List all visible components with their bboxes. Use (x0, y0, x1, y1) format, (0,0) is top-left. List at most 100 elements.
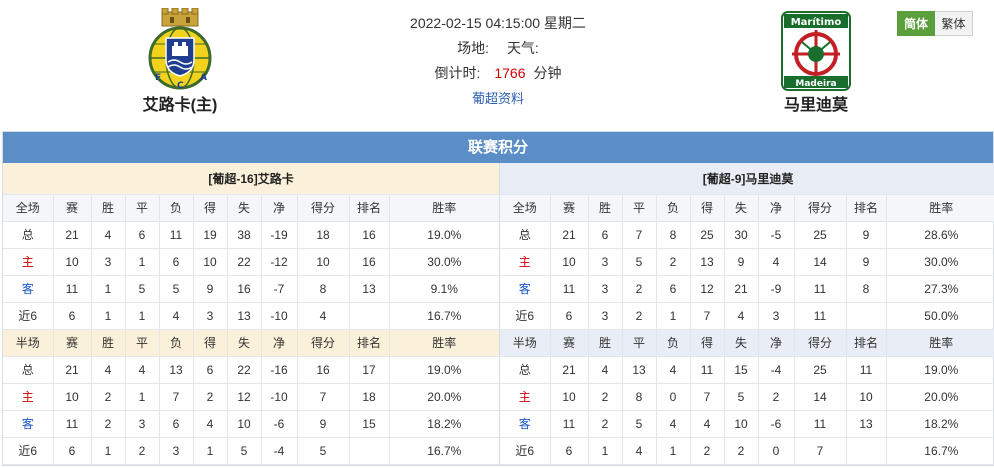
away-team-name[interactable]: 马里迪莫 (726, 96, 906, 116)
table-cell: 16 (297, 356, 350, 384)
column-header: 排名 (349, 329, 390, 357)
table-cell: 4 (91, 221, 126, 249)
table-cell: 11 (690, 356, 725, 384)
table-cell: 11 (550, 275, 589, 303)
column-header: 平 (622, 194, 657, 222)
table-cell: 3 (159, 437, 194, 465)
column-header: 排名 (846, 329, 887, 357)
row-label: 总 (3, 356, 54, 384)
table-cell: -6 (758, 410, 795, 438)
row-label: 客 (500, 410, 551, 438)
table-cell: 10 (550, 383, 589, 411)
table-cell: 14 (794, 248, 847, 276)
table-cell: 3 (588, 248, 623, 276)
home-team[interactable]: F A C 艾路卡(主) (90, 7, 270, 116)
row-label: 客 (500, 275, 551, 303)
column-header: 半场 (3, 329, 54, 357)
maritimo-crest-text-bottom: Madeira (795, 79, 836, 89)
countdown-label: 倒计时: (434, 65, 481, 81)
svg-text:C: C (177, 81, 184, 91)
table-cell: 1 (91, 437, 126, 465)
table-cell: 3 (758, 302, 795, 330)
table-cell: 8 (297, 275, 350, 303)
column-header: 胜率 (389, 329, 500, 357)
table-cell: 50.0% (886, 302, 994, 330)
simplified-chinese-button[interactable]: 简体 (897, 11, 935, 36)
column-header: 全场 (500, 194, 551, 222)
table-cell: -4 (758, 356, 795, 384)
table-cell: 2 (91, 383, 126, 411)
table-cell: 25 (690, 221, 725, 249)
column-header: 负 (656, 194, 691, 222)
table-cell: -16 (261, 356, 298, 384)
row-label: 近6 (3, 437, 54, 465)
column-header: 全场 (3, 194, 54, 222)
table-cell: 11 (550, 410, 589, 438)
table-cell: 10 (193, 248, 228, 276)
table-cell: 3 (193, 302, 228, 330)
row-label: 客 (3, 275, 54, 303)
table-cell: 2 (125, 437, 160, 465)
column-header: 净 (758, 329, 795, 357)
row-label: 主 (500, 248, 551, 276)
arouca-crest-icon[interactable]: F A C (140, 7, 220, 92)
table-cell: 1 (193, 437, 228, 465)
table-cell: -10 (261, 302, 298, 330)
table-cell: 14 (794, 383, 847, 411)
table-cell: 15 (349, 410, 390, 438)
table-cell: 6 (656, 275, 691, 303)
table-cell: 4 (159, 302, 194, 330)
table-cell: 9 (193, 275, 228, 303)
team-standing-title[interactable]: [葡超-9]马里迪莫 (500, 163, 994, 195)
table-cell: 21 (724, 275, 759, 303)
table-cell: 3 (125, 410, 160, 438)
table-cell: 18 (297, 221, 350, 249)
table-cell: 4 (622, 437, 657, 465)
table-row: 近6 6 1 2 3 1 5 -4 5 16.7% (3, 437, 500, 465)
table-cell: 7 (159, 383, 194, 411)
table-cell: 10 (53, 248, 92, 276)
table-cell: 5 (227, 437, 262, 465)
home-team-name[interactable]: 艾路卡(主) (90, 96, 270, 116)
league-info-link[interactable]: 葡超资料 (472, 91, 524, 106)
full-header-row: 全场赛胜平负得失净得分 排名 胜率 (3, 194, 500, 222)
table-cell: 4 (656, 410, 691, 438)
table-cell: 13 (690, 248, 725, 276)
table-cell: 2 (622, 275, 657, 303)
row-label: 总 (3, 221, 54, 249)
table-cell: 5 (622, 410, 657, 438)
table-row: 客 11 2 3 6 4 10 -6 9 15 18.2% (3, 410, 500, 438)
column-header: 得 (193, 194, 228, 222)
table-cell: 6 (550, 437, 589, 465)
table-cell: 11 (53, 410, 92, 438)
countdown-unit: 分钟 (533, 65, 562, 81)
table-cell: 7 (297, 383, 350, 411)
team-standing-title[interactable]: [葡超-16]艾路卡 (3, 163, 500, 195)
table-cell: 7 (690, 383, 725, 411)
table-cell: -19 (261, 221, 298, 249)
table-row: 主 10 2 1 7 2 12 -10 7 18 20.0% (3, 383, 500, 411)
maritimo-crest-icon[interactable]: Marítimo Madeira (776, 8, 856, 92)
half-header-row: 半场赛胜平负得失净得分 排名 胜率 (500, 329, 994, 357)
table-cell: 2 (758, 383, 795, 411)
table-cell: 8 (622, 383, 657, 411)
table-cell: 21 (53, 356, 92, 384)
table-cell: -6 (261, 410, 298, 438)
table-cell: 6 (53, 302, 92, 330)
half-header-row: 半场赛胜平负得失净得分 排名 胜率 (3, 329, 500, 357)
table-cell: 6 (550, 302, 589, 330)
full-header-row: 全场赛胜平负得失净得分 排名 胜率 (500, 194, 994, 222)
table-cell: 30 (724, 221, 759, 249)
table-cell: 18 (349, 383, 390, 411)
home-standings-panel: [葡超-16]艾路卡 全场赛胜平负得失净得分 排名 胜率总 21 4 6 11 19 38 -19 1… (3, 163, 500, 465)
away-team[interactable]: Marítimo Madeira 马里迪莫 (726, 8, 906, 116)
table-cell: -5 (758, 221, 795, 249)
column-header: 失 (227, 194, 262, 222)
standings-tables: [葡超-16]艾路卡 全场赛胜平负得失净得分 排名 胜率总 21 4 6 11 19 38 -19 1… (3, 163, 994, 465)
table-cell: 3 (588, 302, 623, 330)
table-cell: 13 (227, 302, 262, 330)
column-header: 失 (724, 194, 759, 222)
table-cell (349, 437, 390, 465)
traditional-chinese-button[interactable]: 繁体 (935, 11, 973, 36)
countdown: 倒计时: 1766 分钟 (380, 62, 616, 87)
